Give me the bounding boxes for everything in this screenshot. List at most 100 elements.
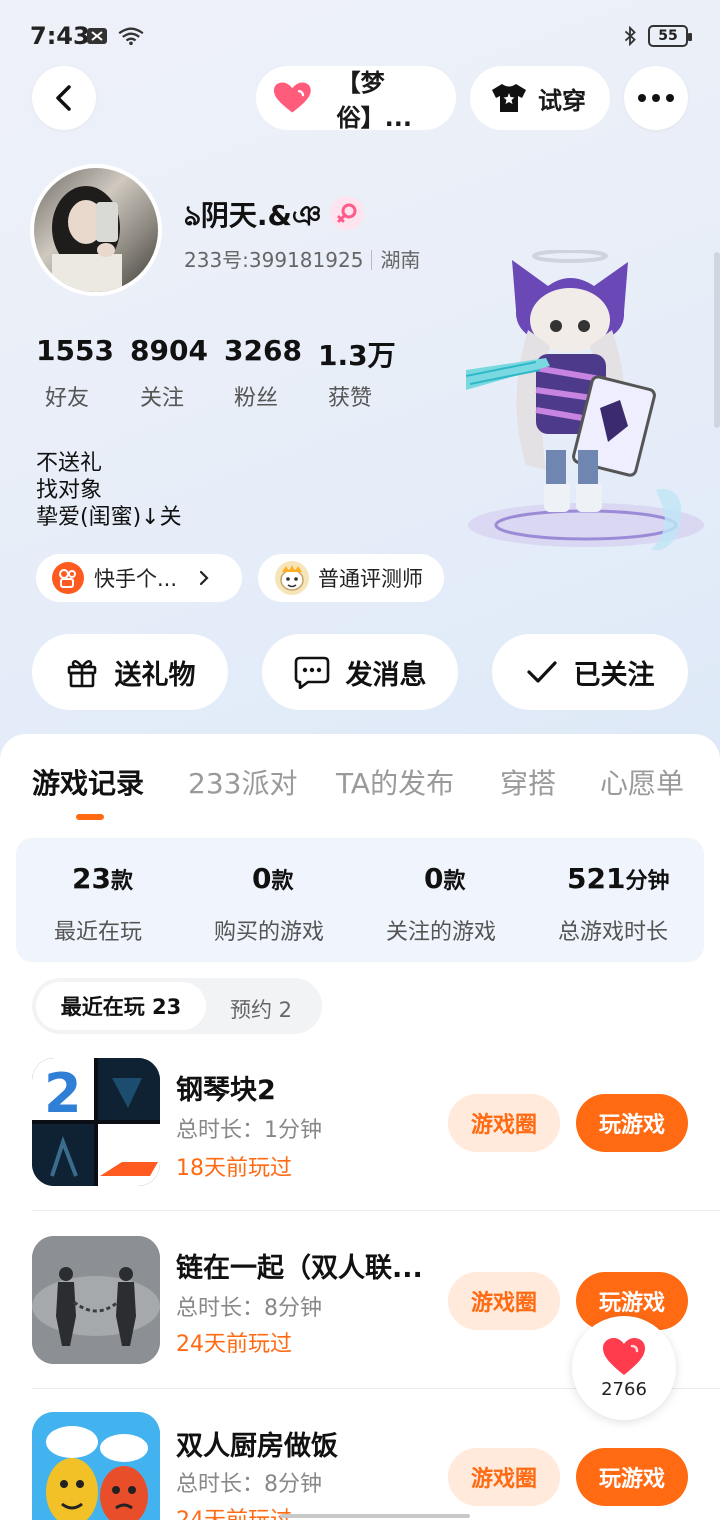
reviewer-badge-icon (275, 561, 309, 595)
summary-value: 521 (567, 862, 626, 895)
tab-233-party[interactable]: 233派对 (188, 762, 297, 802)
summary-followed-label: 关注的游戏 (386, 920, 497, 945)
stat-fans-label: 粉丝 (234, 386, 279, 411)
game-circle-button[interactable]: 游戏圈 (448, 1094, 560, 1152)
play-game-button[interactable]: 玩游戏 (576, 1094, 688, 1152)
bluetooth-icon (624, 26, 636, 46)
segment-recent[interactable]: 最近在玩 23 (36, 982, 206, 1030)
summary-followed-value[interactable]: 0款 (424, 862, 466, 895)
game-last-played: 18天前玩过 (176, 1156, 292, 1181)
stat-friends-value[interactable]: 1553 (36, 334, 114, 367)
more-button[interactable] (624, 66, 688, 130)
game-last-played: 24天前玩过 (176, 1502, 292, 1520)
send-gift-button[interactable]: 送礼物 (32, 634, 228, 710)
notification-icon (87, 28, 107, 44)
floating-like-button[interactable]: 2766 (572, 1316, 676, 1420)
tab-indicator (76, 814, 104, 820)
followed-label: 已关注 (573, 659, 655, 691)
bio-line: 不送礼 (36, 451, 103, 476)
status-time: 7:43 (30, 22, 90, 50)
game-title[interactable]: 钢琴块2 (176, 1068, 276, 1107)
back-button[interactable] (32, 66, 96, 130)
piano-tiles-artwork: 2 (32, 1058, 160, 1186)
summary-value: 23 (72, 862, 111, 895)
summary-unit: 款 (443, 869, 466, 894)
chevron-right-icon (199, 570, 209, 586)
like-count: 2766 (601, 1378, 647, 1400)
tab-posts[interactable]: TA的发布 (336, 762, 454, 802)
summary-unit: 款 (110, 869, 133, 894)
tab-outfits[interactable]: 穿搭 (500, 762, 556, 802)
try-on-label: 试穿 (538, 86, 586, 115)
try-on-button[interactable]: 试穿 (470, 66, 610, 130)
send-message-label: 发消息 (345, 659, 427, 691)
game-duration: 总时长：1分钟 (176, 1118, 322, 1143)
summary-playtime-label: 总游戏时长 (558, 920, 669, 945)
game-title[interactable]: 链在一起（双人联... (176, 1246, 423, 1285)
svg-text:2: 2 (44, 1062, 82, 1125)
summary-purchased-label: 购买的游戏 (214, 920, 325, 945)
user-id: 233号:399181925 (184, 248, 364, 272)
send-message-button[interactable]: 发消息 (262, 634, 458, 710)
bio-line: 找对象 (36, 478, 103, 503)
summary-playtime-value[interactable]: 521分钟 (567, 862, 669, 895)
stat-fans-value[interactable]: 3268 (224, 334, 302, 367)
play-game-button[interactable]: 玩游戏 (576, 1448, 688, 1506)
segment-reserved[interactable]: 预约 2 (230, 994, 292, 1024)
bio-line: 挚爱(闺蜜)↓关 (36, 505, 182, 530)
summary-value: 0 (252, 862, 272, 895)
followed-button[interactable]: 已关注 (492, 634, 688, 710)
game-circle-button[interactable]: 游戏圈 (448, 1272, 560, 1330)
game-icon-kitchen[interactable] (32, 1412, 160, 1520)
outfit-pill-label: 【梦俗】... (336, 69, 412, 132)
summary-recent-label: 最近在玩 (54, 920, 143, 945)
game-last-played: 24天前玩过 (176, 1332, 292, 1357)
gender-badge (330, 196, 364, 230)
avatar[interactable] (30, 164, 162, 296)
nickname: ঌ阴天.&ঞ (184, 199, 322, 232)
wifi-icon (118, 27, 144, 46)
tag-kuaishou-label: 快手个... (94, 567, 178, 591)
game-icon-chained-together[interactable] (32, 1236, 160, 1364)
game-duration: 总时长：8分钟 (176, 1296, 322, 1321)
gift-icon (67, 660, 96, 688)
summary-unit: 款 (271, 869, 294, 894)
tag-kuaishou[interactable]: 快手个... (36, 554, 242, 602)
bio: 不送礼 找对象 挚爱(闺蜜)↓关 (36, 450, 182, 531)
battery-indicator: 55 (648, 25, 692, 47)
stat-likes-value[interactable]: 1.3万 (318, 334, 396, 374)
heart-icon (273, 82, 311, 113)
tag-reviewer[interactable]: 普通评测师 (258, 554, 444, 602)
tag-reviewer-label: 普通评测师 (318, 567, 423, 591)
shirt-icon (492, 84, 526, 112)
checkmark-icon (526, 661, 557, 683)
game-circle-button[interactable]: 游戏圈 (448, 1448, 560, 1506)
tab-wishlist[interactable]: 心愿单 (600, 762, 684, 802)
tab-game-records[interactable]: 游戏记录 (32, 762, 144, 802)
kitchen-artwork (32, 1412, 160, 1520)
more-dots-icon (638, 94, 674, 102)
user-id-line: 233号:399181925 湖南 (184, 244, 420, 273)
stat-friends-label: 好友 (45, 386, 90, 411)
chained-together-artwork (32, 1236, 160, 1364)
kuaishou-icon (52, 562, 84, 594)
chevron-left-icon (56, 85, 71, 111)
outfit-pill[interactable]: 【梦俗】... (256, 66, 456, 132)
heart-icon (603, 1337, 645, 1375)
game-duration: 总时长：8分钟 (176, 1472, 322, 1497)
avatar-photo (52, 186, 122, 292)
scrollbar[interactable] (714, 252, 720, 428)
stat-following-value[interactable]: 8904 (130, 334, 208, 367)
stat-likes-label: 获赞 (328, 386, 373, 411)
character-avatar[interactable] (466, 250, 706, 570)
uid-separator (371, 250, 373, 270)
summary-recent-value[interactable]: 23款 (72, 862, 133, 895)
summary-unit: 分钟 (625, 869, 670, 894)
game-title[interactable]: 双人厨房做饭 (176, 1424, 338, 1463)
game-icon-piano-tiles[interactable]: 2 (32, 1058, 160, 1186)
summary-value: 0 (424, 862, 444, 895)
home-indicator[interactable] (280, 1514, 470, 1518)
summary-purchased-value[interactable]: 0款 (252, 862, 294, 895)
stat-following-label: 关注 (140, 386, 185, 411)
message-icon (294, 656, 329, 689)
